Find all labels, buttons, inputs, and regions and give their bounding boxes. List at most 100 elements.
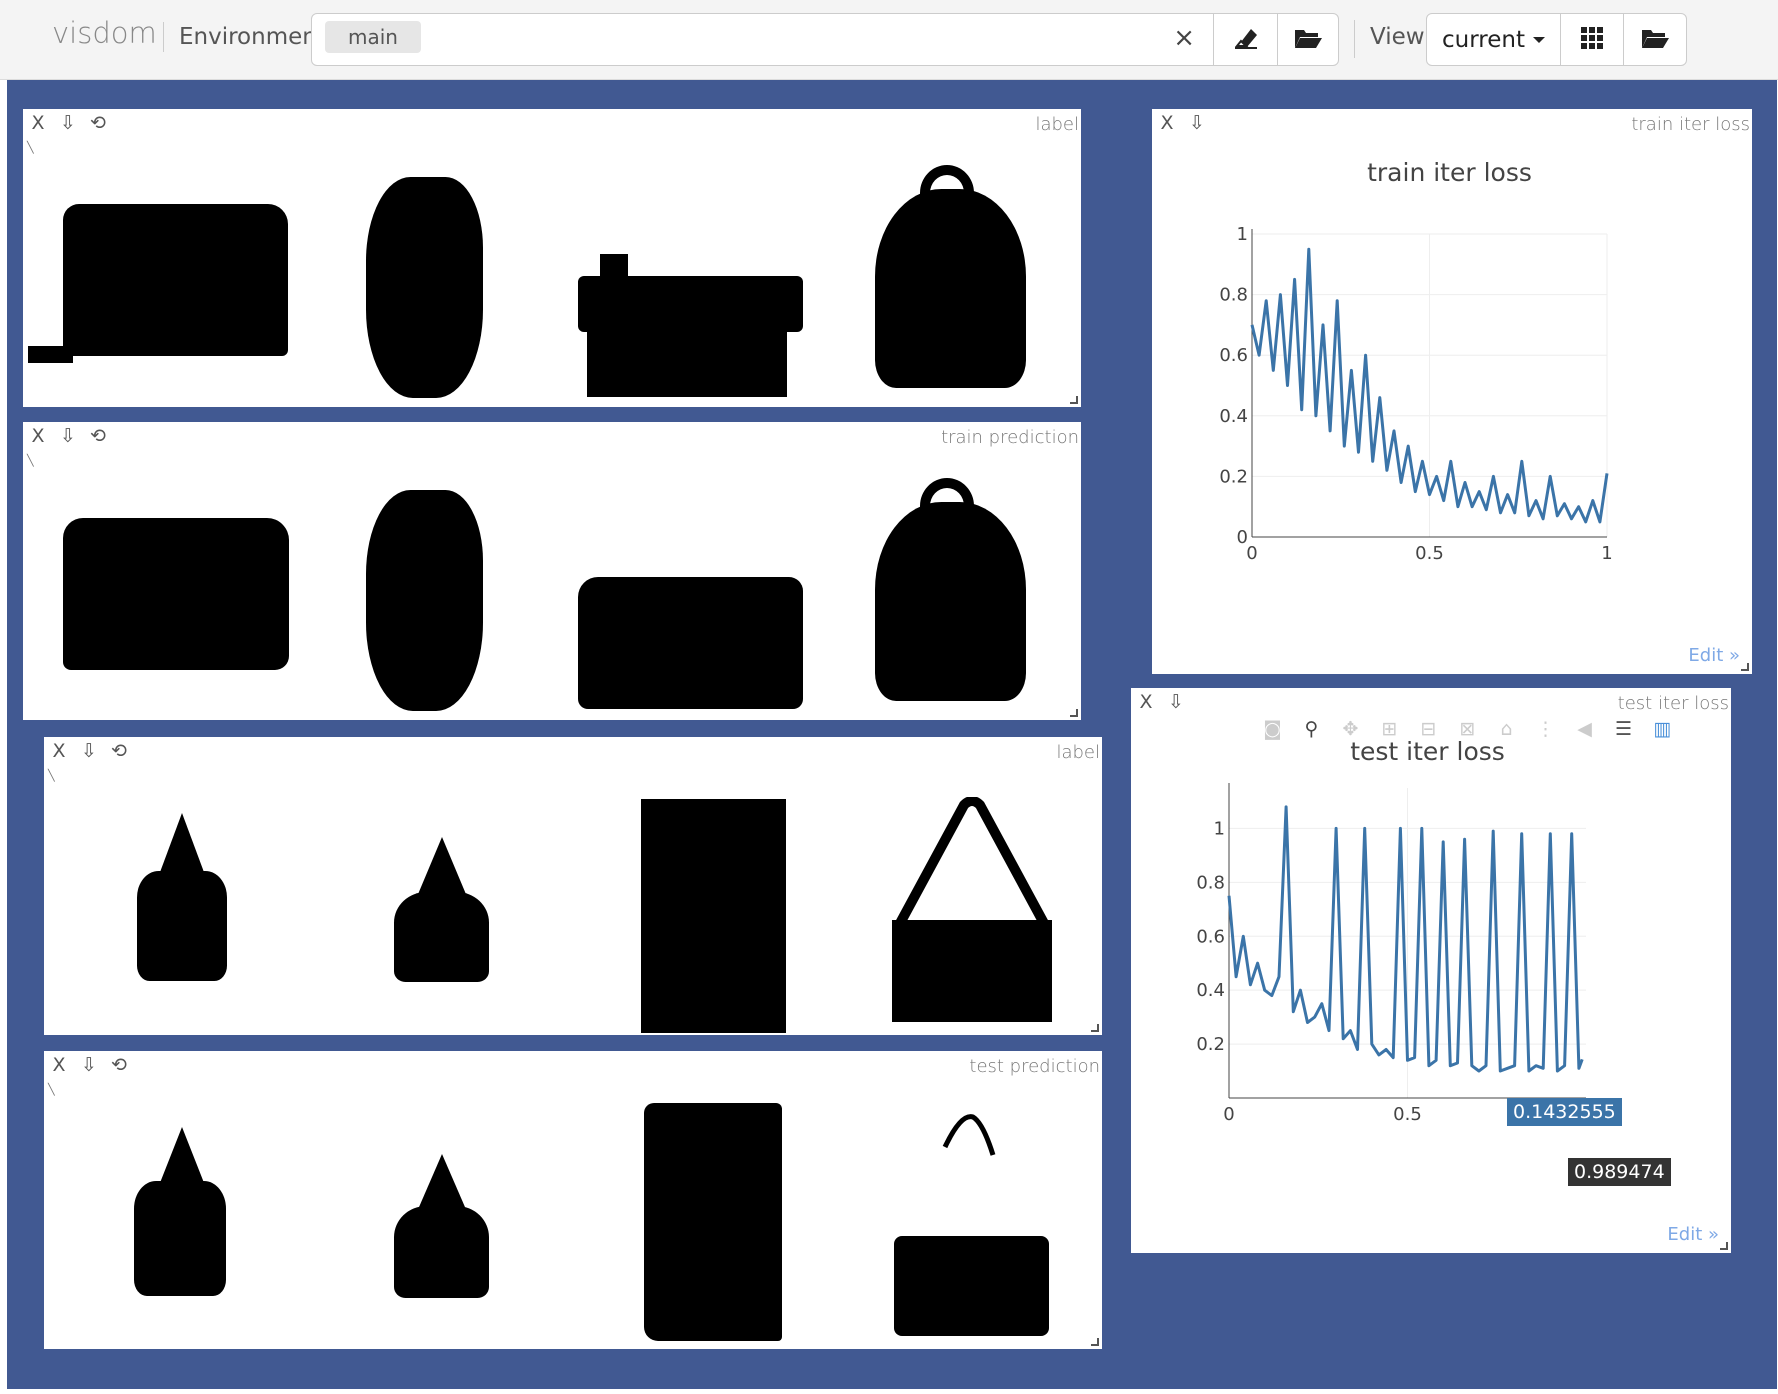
mask-image xyxy=(63,518,289,670)
pane-title: train prediction xyxy=(941,427,1079,448)
x-tick-label: 0.5 xyxy=(1415,543,1444,564)
home-icon[interactable]: ⌂ xyxy=(1491,716,1522,742)
close-pane-button[interactable]: X xyxy=(51,740,67,762)
edit-link[interactable]: Edit » xyxy=(1667,1224,1719,1245)
reset-icon[interactable]: ⟲ xyxy=(111,740,127,762)
image-pane-test-prediction[interactable]: X ⇩ ⟲ test prediction ╲ xyxy=(44,1051,1102,1349)
image-pane-train-prediction[interactable]: X ⇩ ⟲ train prediction ╲ xyxy=(23,422,1081,720)
plot-pane-test-loss[interactable]: X ⇩ test iter loss test iter loss 0 0.5 0.2… xyxy=(1131,688,1731,1253)
pane-title: test prediction xyxy=(969,1056,1100,1077)
download-icon[interactable]: ⇩ xyxy=(60,112,76,134)
y-tick-label: 0.4 xyxy=(1196,980,1225,1001)
zoom-out-icon[interactable]: ⊟ xyxy=(1413,716,1444,742)
camera-icon[interactable]: ◙ xyxy=(1257,716,1288,742)
x-tick-label: 1 xyxy=(1601,543,1612,564)
plot-modebar: ◙ ⚲ ✥ ⊞ ⊟ ⊠ ⌂ ⋮ ◀ ☰ ▥ xyxy=(1257,716,1678,742)
mask-image xyxy=(894,1236,1049,1336)
edit-link[interactable]: Edit » xyxy=(1688,645,1740,666)
resize-handle[interactable] xyxy=(1070,396,1078,404)
hover-compare-icon[interactable]: ☰ xyxy=(1608,716,1639,742)
resize-handle[interactable] xyxy=(1720,1242,1728,1250)
divider xyxy=(163,22,164,52)
y-tick-label: 0.8 xyxy=(1196,872,1225,893)
divider xyxy=(1354,20,1355,58)
mask-image xyxy=(641,799,786,1033)
clear-env-button[interactable] xyxy=(1213,13,1278,66)
y-tick-label: 1 xyxy=(1214,818,1225,839)
corner-mark: ╲ xyxy=(27,141,34,154)
environment-tag[interactable]: main xyxy=(325,21,421,53)
y-tick-label: 0.2 xyxy=(1196,1034,1225,1055)
close-pane-button[interactable]: X xyxy=(30,425,46,447)
repack-button[interactable] xyxy=(1560,13,1624,66)
manage-views-button[interactable] xyxy=(1623,13,1687,66)
pane-title: label xyxy=(1035,114,1079,135)
hover-tooltip-x: 0.989474 xyxy=(1568,1158,1671,1186)
mask-image xyxy=(394,1206,489,1298)
hover-closest-icon[interactable]: ◀ xyxy=(1569,716,1600,742)
x-tick-label: 0.5 xyxy=(1393,1104,1422,1125)
folder-open-icon xyxy=(1293,26,1323,54)
resize-handle[interactable] xyxy=(1091,1024,1099,1032)
view-dropdown[interactable]: current xyxy=(1426,13,1561,66)
resize-handle[interactable] xyxy=(1091,1338,1099,1346)
reset-icon[interactable]: ⟲ xyxy=(90,112,106,134)
y-tick-label: 0.2 xyxy=(1219,466,1248,487)
y-tick-label: 1 xyxy=(1237,224,1248,245)
image-pane-label-2[interactable]: X ⇩ ⟲ label ╲ xyxy=(44,737,1102,1035)
mask-image xyxy=(644,1103,782,1341)
reset-icon[interactable]: ⟲ xyxy=(90,425,106,447)
image-pane-label[interactable]: X ⇩ ⟲ label ╲ xyxy=(23,109,1081,407)
pane-controls: X ⇩ ⟲ xyxy=(30,425,106,447)
app-brand: visdom xyxy=(52,16,157,50)
pan-icon[interactable]: ✥ xyxy=(1335,716,1366,742)
pane-controls: X ⇩ ⟲ xyxy=(51,740,127,762)
download-icon[interactable]: ⇩ xyxy=(81,1054,97,1076)
y-tick-label: 0 xyxy=(1237,527,1248,548)
top-toolbar: visdom Environment main × View current xyxy=(0,0,1778,80)
pane-controls: X ⇩ ⟲ xyxy=(30,112,106,134)
environment-selector[interactable]: main × xyxy=(311,13,1214,66)
mask-image xyxy=(578,577,803,709)
zoom-in-icon[interactable]: ⊞ xyxy=(1374,716,1405,742)
train-loss-plot[interactable]: train iter loss0 0.5 100.20.40.60.81 xyxy=(1152,109,1752,674)
mask-image xyxy=(394,892,489,982)
y-tick-label: 0.6 xyxy=(1196,926,1225,947)
grid-icon xyxy=(1581,26,1603,53)
view-label: View xyxy=(1370,24,1425,50)
resize-handle[interactable] xyxy=(1741,663,1749,671)
mask-image xyxy=(156,813,208,883)
plot-pane-train-loss[interactable]: X ⇩ train iter loss train iter loss 0 0.5 1… xyxy=(1152,109,1752,674)
resize-handle[interactable] xyxy=(1070,709,1078,717)
chart-title: train iter loss xyxy=(1367,158,1532,187)
mask-image xyxy=(939,1111,999,1171)
close-pane-button[interactable]: X xyxy=(51,1054,67,1076)
pane-controls: X ⇩ ⟲ xyxy=(51,1054,127,1076)
manage-env-button[interactable] xyxy=(1277,13,1339,66)
clear-environment-button[interactable]: × xyxy=(1173,25,1195,51)
folder-open-icon xyxy=(1640,26,1670,54)
zoom-icon[interactable]: ⚲ xyxy=(1296,716,1327,742)
workspace-canvas: X ⇩ ⟲ label ╲ X ⇩ ⟲ train prediction ╲ X… xyxy=(7,80,1777,1389)
download-icon[interactable]: ⇩ xyxy=(60,425,76,447)
close-pane-button[interactable]: X xyxy=(30,112,46,134)
download-icon[interactable]: ⇩ xyxy=(81,740,97,762)
mask-image xyxy=(156,1127,208,1193)
pane-title: label xyxy=(1056,742,1100,763)
series-line-0 xyxy=(1227,805,1584,1073)
corner-mark: ╲ xyxy=(27,454,34,467)
hover-tooltip-y: 0.1432555 xyxy=(1507,1098,1622,1126)
plotly-logo-icon[interactable]: ▥ xyxy=(1647,716,1678,742)
mask-image xyxy=(416,1154,468,1214)
reset-icon[interactable]: ⟲ xyxy=(111,1054,127,1076)
autoscale-icon[interactable]: ⊠ xyxy=(1452,716,1483,742)
y-tick-label: 0.8 xyxy=(1219,285,1248,306)
spike-lines-icon[interactable]: ⋮ xyxy=(1530,716,1561,742)
mask-image xyxy=(28,346,73,363)
mask-image xyxy=(63,204,288,356)
y-tick-label: 0.6 xyxy=(1219,345,1248,366)
mask-image xyxy=(366,490,483,711)
mask-image xyxy=(137,871,227,981)
eraser-icon xyxy=(1233,26,1259,54)
environment-label: Environment xyxy=(179,24,326,50)
